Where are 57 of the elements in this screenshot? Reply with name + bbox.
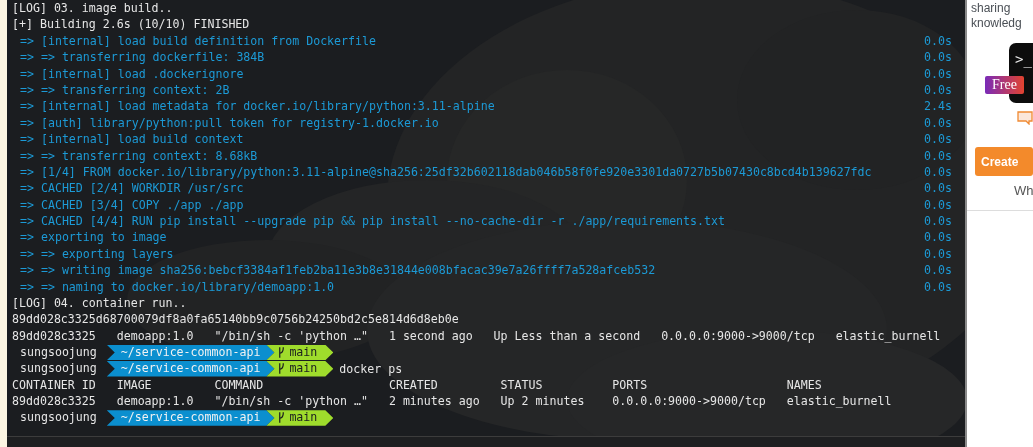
duration: 0.0s [924,147,952,164]
output-line: 89dd028c3325 demoapp:1.0 "/bin/sh -c 'python …" 2 minutes ago Up 2 minutes 0.0.0.0:9000->9000/tcp elastic_burnell [12,393,892,410]
build-step: => exporting to image [20,229,167,246]
prompt-user: sungsoojung [19,361,98,377]
output-line: 89dd028c3325 demoapp:1.0 "/bin/sh -c 'python …" 1 second ago Up Less than a second 0.0.0.0:9000->9000/tcp elastic_burnell [12,327,941,345]
log-line: [LOG] 04. container run.. [12,295,187,312]
prompt-logo: >_ [1015,51,1032,67]
branch-icon [278,412,286,424]
duration: 0.0s [924,180,952,197]
build-step: => => transferring dockerfile: 384B [20,49,265,66]
intro-text: sharing knowledg [971,1,1023,31]
duration: 0.0s [924,163,952,181]
duration: 0.0s [924,114,952,132]
log-line: [+] Building 2.6s (10/10) FINISHED [12,16,250,33]
prompt-path: ~/service-common-api [106,361,275,377]
build-step: => [internal] load build definition from Dockerfile [20,32,376,50]
build-step: => => exporting layers [20,245,174,263]
branch-icon [278,363,286,375]
build-step: => CACHED [4/4] RUN pip install --upgrade pip && pip install --no-cache-dir -r ./app/requirements.txt [20,213,725,230]
build-step: => [1/4] FROM docker.io/library/python:3.11-alpine@sha256:25df32b602118dab046b58f0fe920e3301da0727b5b07430c8bcd4b139627fdc [20,163,872,181]
branch-name: main [289,344,318,361]
duration: 0.0s [924,131,952,148]
build-step: => => transferring context: 2B [20,81,230,99]
output-line: 89dd028c3325d68700079df8a0fa65140bb9c0756b24250bd2c5e814d6d8eb0e [12,311,459,328]
free-badge: Free [985,76,1024,94]
prompt-user: sungsoojung [19,344,98,361]
duration: 2.4s [924,98,952,115]
duration: 0.0s [924,213,952,230]
branch-name: main [289,361,318,377]
build-step: => [auth] library/python:pull token for registry-1.docker.io [20,114,439,132]
build-step: => => transferring context: 8.68kB [20,147,258,164]
duration: 0.0s [924,49,952,66]
branch-name: main [289,410,318,426]
duration: 0.0s [924,81,952,99]
log-line: [LOG] 03. image build.. [12,0,173,17]
build-step: => [internal] load metadata for docker.io/library/python:3.11-alpine [20,98,495,115]
duration: 0.0s [924,245,952,263]
duration: 0.0s [924,262,952,279]
build-step: => [internal] load build context [20,131,244,148]
build-step: => => naming to docker.io/library/demoapp:1.0 [20,278,335,296]
branch-icon [278,346,286,358]
duration: 0.0s [924,196,952,214]
command: docker ps [339,360,403,377]
duration: 0.0s [924,65,952,82]
comment-icon [1017,111,1033,125]
prompt-user: sungsoojung [19,410,98,426]
build-step: => [internal] load .dockerignore [20,65,244,82]
prompt-path: ~/service-common-api [106,410,275,426]
duration: 0.0s [924,229,952,246]
create-button[interactable]: Create [975,147,1033,176]
duration: 0.0s [924,278,952,296]
build-step: => CACHED [3/4] COPY ./app ./app [20,196,244,214]
note-text: Wh [1014,183,1033,198]
output-line: CONTAINER ID IMAGE COMMAND CREATED STATUS PORTS NAMES [12,377,822,394]
build-step: => CACHED [2/4] WORKDIR /usr/src [20,180,244,197]
build-step: => => writing image sha256:bebcf3384af1feb2ba11e3b8e31844e008bfacac39e7a26ffff7a528afceb532 [20,262,656,279]
duration: 0.0s [924,32,952,50]
